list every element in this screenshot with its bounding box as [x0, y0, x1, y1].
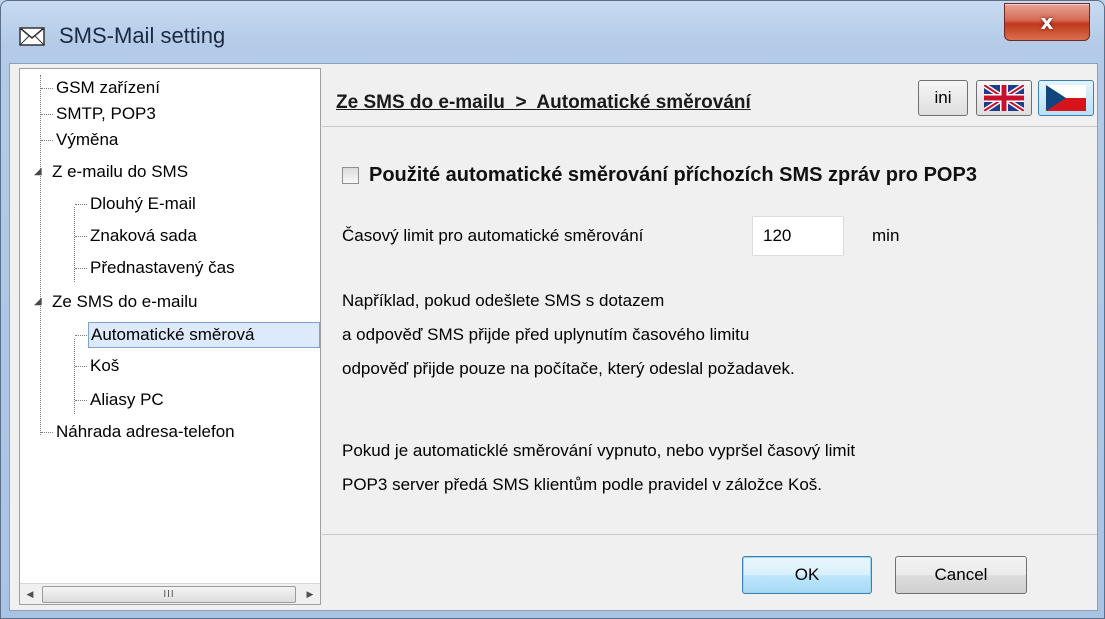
tree-item-label: Automatické směrová	[88, 322, 320, 348]
tree-item-label: Aliasy PC	[90, 390, 164, 409]
settings-content: Použité automatické směrování příchozích…	[322, 128, 1097, 608]
scroll-left-arrow-icon[interactable]: ◀	[20, 584, 40, 604]
close-button[interactable]: x	[1004, 3, 1090, 41]
close-icon: x	[1040, 10, 1054, 34]
tree-item-vymena[interactable]: Výměna	[20, 127, 320, 153]
example-line: odpověď přijde pouze na počítače, který …	[342, 359, 795, 378]
tree-item-label: Ze SMS do e-mailu	[52, 292, 198, 311]
tree-item-label: Dlouhý E-mail	[90, 194, 196, 213]
auto-routing-checkbox-label: Použité automatické směrování příchozích…	[369, 163, 977, 186]
tree-item-label: Koš	[90, 356, 120, 375]
tree-item-gsm[interactable]: GSM zařízení	[20, 75, 320, 101]
tree-item-sms-to-email[interactable]: ◢ Ze SMS do e-mailu	[20, 289, 320, 315]
tree-item-charset[interactable]: Znaková sada	[20, 223, 320, 249]
time-limit-label: Časový limit pro automatické směrování	[342, 226, 644, 245]
time-limit-unit: min	[872, 226, 900, 245]
panel-header: Ze SMS do e-mailu > Automatické směrován…	[322, 68, 1094, 124]
tree-item-long-email[interactable]: Dlouhý E-mail	[20, 191, 320, 217]
title-bar[interactable]: SMS-Mail setting x	[1, 1, 1104, 59]
tree-item-email-to-sms[interactable]: ◢ Z e-mailu do SMS	[20, 159, 320, 185]
ini-button-label: ini	[934, 88, 952, 107]
dialog-client: GSM zařízení SMTP, POP3 Výměna ◢ Z e-mai…	[9, 63, 1098, 611]
header-divider	[322, 126, 1097, 127]
grip-icon: III	[163, 589, 175, 600]
auto-routing-checkbox[interactable]	[342, 166, 359, 184]
collapse-arrow-icon[interactable]: ◢	[34, 167, 44, 177]
horizontal-scrollbar[interactable]: ◀ III ▶	[20, 583, 320, 604]
tree-item-label: GSM zařízení	[56, 78, 160, 97]
tree-item-kos[interactable]: Koš	[20, 353, 320, 379]
tree-item-smtp-pop3[interactable]: SMTP, POP3	[20, 101, 320, 127]
note-line: POP3 server předá SMS klientům podle pra…	[342, 475, 823, 494]
uk-flag-icon	[984, 85, 1024, 111]
note-text: Pokud je automaticklé směrování vypnuto,…	[342, 434, 855, 502]
tree-item-label: Znaková sada	[90, 226, 197, 245]
settings-tree[interactable]: GSM zařízení SMTP, POP3 Výměna ◢ Z e-mai…	[19, 68, 321, 605]
time-limit-row: Časový limit pro automatické směrování 1…	[342, 216, 962, 256]
window-title: SMS-Mail setting	[59, 23, 226, 48]
tree-item-address-phone[interactable]: Náhrada adresa-telefon	[20, 419, 320, 445]
tree-item-aliases-pc[interactable]: Aliasy PC	[20, 387, 320, 413]
note-line: Pokud je automaticklé směrování vypnuto,…	[342, 441, 856, 460]
settings-window: SMS-Mail setting x GSM zařízení SMTP, PO…	[0, 0, 1105, 619]
cancel-button[interactable]: Cancel	[895, 556, 1027, 594]
ok-button-label: OK	[794, 565, 820, 584]
breadcrumb: Ze SMS do e-mailu > Automatické směrován…	[336, 92, 751, 113]
tree-item-preset-time[interactable]: Přednastavený čas	[20, 255, 320, 281]
ok-button[interactable]: OK	[742, 556, 872, 594]
cancel-button-label: Cancel	[934, 565, 988, 584]
footer-divider	[322, 534, 1097, 535]
collapse-arrow-icon[interactable]: ◢	[34, 297, 44, 307]
tree-item-label: Přednastavený čas	[90, 258, 235, 277]
example-line: Například, pokud odešlete SMS s dotazem	[342, 291, 665, 310]
example-line: a odpověď SMS přijde před uplynutím časo…	[342, 325, 750, 344]
tree-item-auto-routing[interactable]: Automatické směrová	[20, 322, 320, 348]
envelope-icon	[19, 27, 45, 46]
ini-button[interactable]: ini	[918, 80, 968, 116]
czech-language-button[interactable]	[1038, 80, 1094, 116]
tree-item-label: SMTP, POP3	[56, 104, 156, 123]
scroll-thumb[interactable]: III	[42, 586, 296, 603]
english-language-button[interactable]	[976, 80, 1032, 116]
cz-flag-icon	[1046, 85, 1086, 111]
auto-routing-option[interactable]: Použité automatické směrování příchozích…	[342, 162, 977, 188]
tree-item-label: Z e-mailu do SMS	[52, 162, 189, 181]
time-limit-input[interactable]: 120	[752, 216, 844, 256]
tree-item-label: Výměna	[56, 130, 119, 149]
scroll-right-arrow-icon[interactable]: ▶	[300, 584, 320, 604]
example-text: Například, pokud odešlete SMS s dotazem …	[342, 284, 795, 386]
tree-item-label: Náhrada adresa-telefon	[56, 422, 235, 441]
